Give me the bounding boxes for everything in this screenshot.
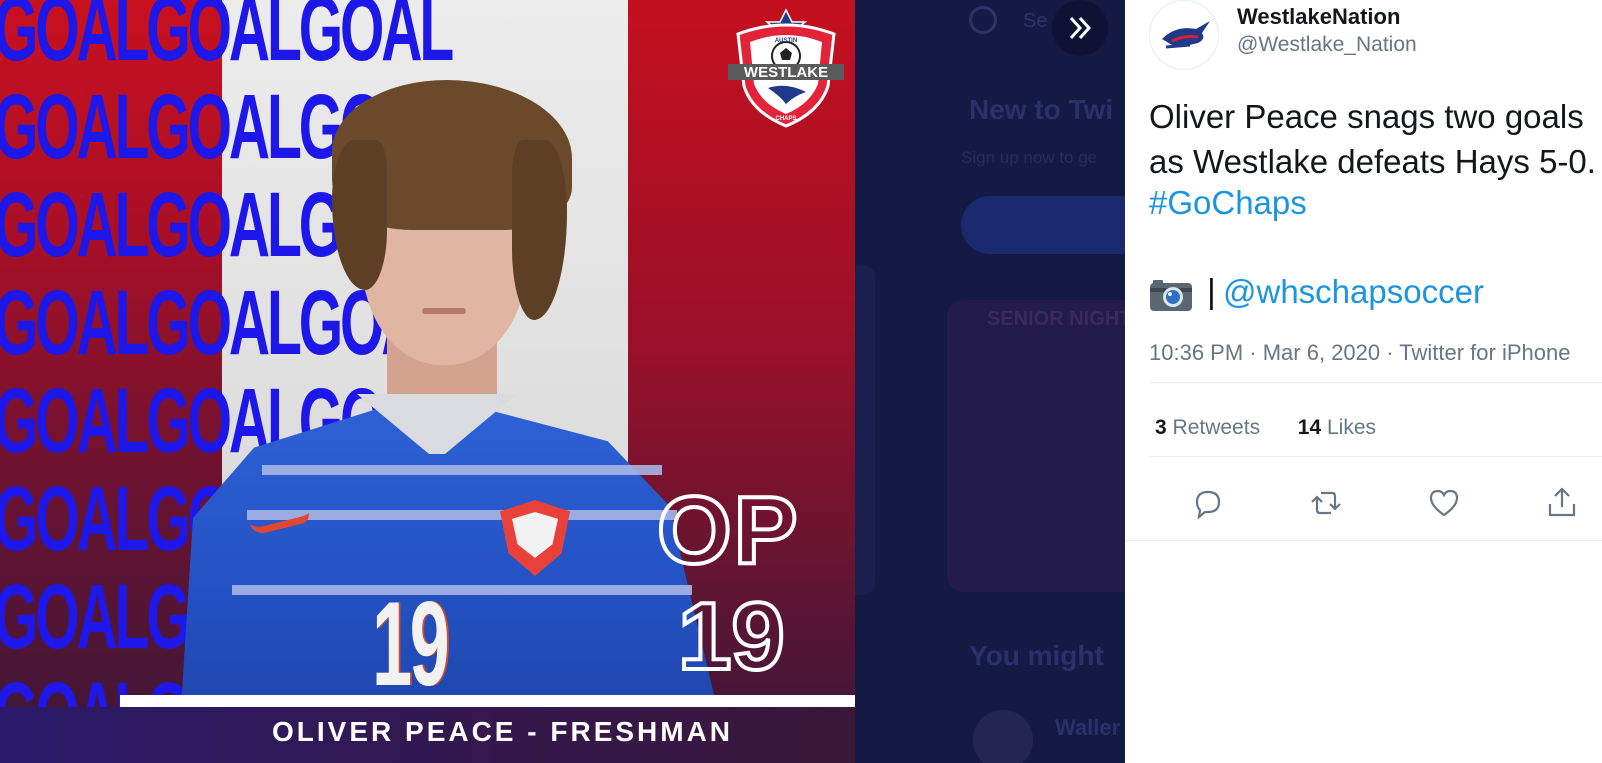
background-subtext: Sign up now to ge xyxy=(961,148,1098,167)
background-heading: New to Twi xyxy=(969,94,1114,125)
player-photo: 19 xyxy=(132,80,752,711)
retweets-label[interactable]: Retweets xyxy=(1173,416,1261,439)
background-strip xyxy=(855,265,875,595)
background-person-name: Waller xyxy=(1055,715,1121,740)
mouth xyxy=(422,308,466,314)
user-handle[interactable]: @Westlake_Nation xyxy=(1237,33,1417,57)
westlake-crest-logo: WESTLAKE CHAPS AUSTIN xyxy=(728,8,844,128)
caption-bar xyxy=(120,695,855,707)
separator: | xyxy=(1207,273,1216,311)
tweet-media-image[interactable]: GOALGOALGOAL GOALGOALGOAL GOALGOALGOAL G… xyxy=(0,0,855,763)
tweet-text: Oliver Peace snags two goals as Westlake… xyxy=(1149,98,1596,180)
tweet-metadata[interactable]: 10:36 PM · Mar 6, 2020 · Twitter for iPh… xyxy=(1149,340,1570,366)
background-search-text: Se xyxy=(1023,10,1048,32)
hashtag-link[interactable]: #GoChaps xyxy=(1149,184,1307,222)
expand-chevron-button[interactable] xyxy=(1052,0,1108,56)
player-initials: OP xyxy=(655,475,800,586)
crest-top-text: AUSTIN xyxy=(775,38,797,44)
crest-subtext: CHAPS xyxy=(775,116,796,122)
search-icon xyxy=(969,6,997,34)
jersey-number: 19 xyxy=(372,577,450,711)
goal-line: GOALGOALGOAL xyxy=(0,0,454,80)
hair xyxy=(332,140,387,290)
mention-link[interactable]: @whschapsoccer xyxy=(1223,273,1484,311)
roadrunner-logo-icon xyxy=(1162,21,1210,49)
likes-count[interactable]: 14 xyxy=(1298,416,1321,439)
share-icon[interactable] xyxy=(1545,486,1579,520)
double-chevron-right-icon xyxy=(1069,16,1092,40)
background-page-overlay[interactable]: Se New to Twi Sign up now to ge SENIOR N… xyxy=(855,0,1125,763)
player-number: 19 xyxy=(676,581,787,692)
background-card-text: SENIOR NIGHT xyxy=(987,308,1125,330)
retweets-count[interactable]: 3 xyxy=(1155,416,1167,439)
tweet-stats: 3 Retweets 14 Likes xyxy=(1155,416,1376,440)
avatar[interactable] xyxy=(1149,0,1219,70)
jersey-stripe xyxy=(262,465,662,475)
background-avatar xyxy=(973,710,1033,763)
jersey-stripe xyxy=(247,510,677,520)
display-name[interactable]: WestlakeNation xyxy=(1237,4,1400,30)
likes-label[interactable]: Likes xyxy=(1327,416,1376,439)
divider xyxy=(1125,540,1602,541)
background-heading2: You might xyxy=(969,640,1104,671)
camera-icon xyxy=(1150,280,1192,311)
crest-text: WESTLAKE xyxy=(744,64,828,81)
hair xyxy=(512,140,567,320)
jersey-stripe xyxy=(232,585,692,595)
reply-icon[interactable] xyxy=(1191,486,1225,520)
background-signup-button xyxy=(961,196,1125,254)
background-media-card: SENIOR NIGHT xyxy=(947,300,1125,592)
player-caption: OLIVER PEACE - FRESHMAN xyxy=(272,716,734,747)
divider xyxy=(1149,382,1602,383)
retweet-icon[interactable] xyxy=(1309,486,1343,520)
divider xyxy=(1149,456,1602,457)
like-heart-icon[interactable] xyxy=(1427,486,1461,520)
tweet-panel: WestlakeNation @Westlake_Nation Oliver P… xyxy=(1125,0,1602,763)
